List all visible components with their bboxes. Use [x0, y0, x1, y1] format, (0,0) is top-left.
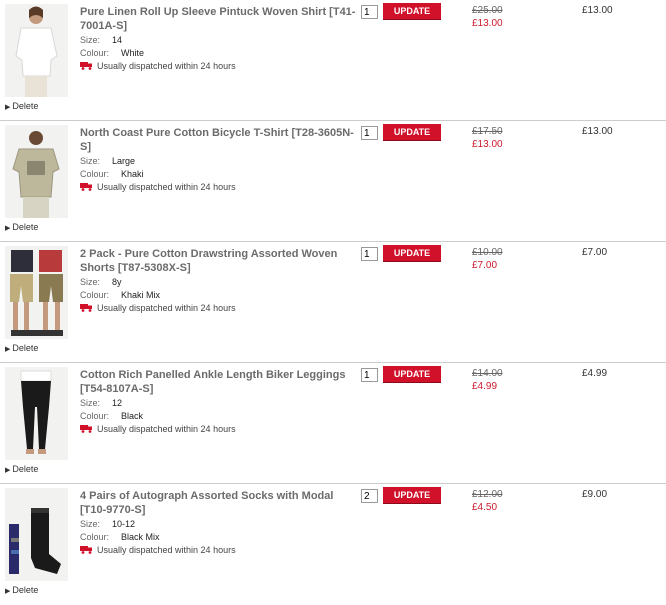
size-row: Size: Large — [80, 156, 136, 166]
socks-icon[interactable] — [5, 488, 68, 581]
delivery-truck-icon — [80, 61, 94, 72]
delivery-truck-icon — [80, 182, 94, 193]
line-total: £13.00 — [582, 126, 613, 137]
was-price: £25.00 — [472, 5, 503, 16]
now-price: £4.99 — [472, 381, 498, 392]
delete-link[interactable]: ▶ Delete — [5, 464, 38, 474]
line-total: £4.99 — [582, 368, 608, 379]
dispatch-info: Usually dispatched within 24 hours — [80, 61, 236, 72]
leggings-icon[interactable] — [5, 367, 68, 460]
dispatch-info: Usually dispatched within 24 hours — [80, 182, 236, 193]
basket-item-row: ▶ Delete 4 Pairs of Autograph Assorted So… — [0, 484, 666, 605]
line-total: £9.00 — [582, 489, 608, 500]
quantity-input[interactable] — [361, 126, 378, 140]
quantity-input[interactable] — [361, 368, 378, 382]
update-button[interactable]: UPDATE — [383, 3, 441, 19]
product-title[interactable]: Pure Linen Roll Up Sleeve Pintuck Woven … — [80, 5, 358, 33]
line-total: £7.00 — [582, 247, 608, 258]
colour-row: Colour: Khaki — [80, 169, 144, 179]
basket-item-row: ▶ Delete North Coast Pure Cotton Bicycle … — [0, 121, 666, 242]
colour-row: Colour: White — [80, 48, 145, 58]
quantity-input[interactable] — [361, 5, 378, 19]
was-price: £10.00 — [472, 247, 503, 258]
size-row: Size: 14 — [80, 35, 123, 45]
quantity-input[interactable] — [361, 489, 378, 503]
delivery-truck-icon — [80, 303, 94, 314]
delete-link[interactable]: ▶ Delete — [5, 343, 38, 353]
delivery-truck-icon — [80, 545, 94, 556]
khaki-tshirt-icon[interactable] — [5, 125, 68, 218]
dispatch-info: Usually dispatched within 24 hours — [80, 303, 236, 314]
dispatch-info: Usually dispatched within 24 hours — [80, 424, 236, 435]
was-price: £12.00 — [472, 489, 503, 500]
product-title[interactable]: North Coast Pure Cotton Bicycle T-Shirt … — [80, 126, 358, 154]
colour-row: Colour: Black — [80, 411, 144, 421]
product-title[interactable]: 4 Pairs of Autograph Assorted Socks with… — [80, 489, 358, 517]
now-price: £7.00 — [472, 260, 498, 271]
colour-row: Colour: Khaki Mix — [80, 290, 161, 300]
basket-item-row: ▶ Delete Cotton Rich Panelled Ankle Lengt… — [0, 363, 666, 484]
was-price: £17.50 — [472, 126, 503, 137]
product-title[interactable]: 2 Pack - Pure Cotton Drawstring Assorted… — [80, 247, 358, 275]
line-total: £13.00 — [582, 5, 613, 16]
white-shirt-icon[interactable] — [5, 4, 68, 97]
update-button[interactable]: UPDATE — [383, 124, 441, 140]
delete-link[interactable]: ▶ Delete — [5, 585, 38, 595]
shorts-icon[interactable] — [5, 246, 68, 339]
update-button[interactable]: UPDATE — [383, 487, 441, 503]
size-row: Size: 8y — [80, 277, 122, 287]
basket-item-row: ▶ Delete 2 Pack - Pure Cotton Drawstring … — [0, 242, 666, 363]
was-price: £14.00 — [472, 368, 503, 379]
update-button[interactable]: UPDATE — [383, 366, 441, 382]
delete-link[interactable]: ▶ Delete — [5, 222, 38, 232]
delete-link[interactable]: ▶ Delete — [5, 101, 38, 111]
dispatch-info: Usually dispatched within 24 hours — [80, 545, 236, 556]
now-price: £13.00 — [472, 139, 503, 150]
colour-row: Colour: Black Mix — [80, 532, 160, 542]
size-row: Size: 12 — [80, 398, 123, 408]
quantity-input[interactable] — [361, 247, 378, 261]
update-button[interactable]: UPDATE — [383, 245, 441, 261]
size-row: Size: 10-12 — [80, 519, 136, 529]
product-title[interactable]: Cotton Rich Panelled Ankle Length Biker … — [80, 368, 358, 396]
basket-item-row: ▶ Delete Pure Linen Roll Up Sleeve Pintuc… — [0, 0, 666, 121]
now-price: £13.00 — [472, 18, 503, 29]
delivery-truck-icon — [80, 424, 94, 435]
now-price: £4.50 — [472, 502, 498, 513]
